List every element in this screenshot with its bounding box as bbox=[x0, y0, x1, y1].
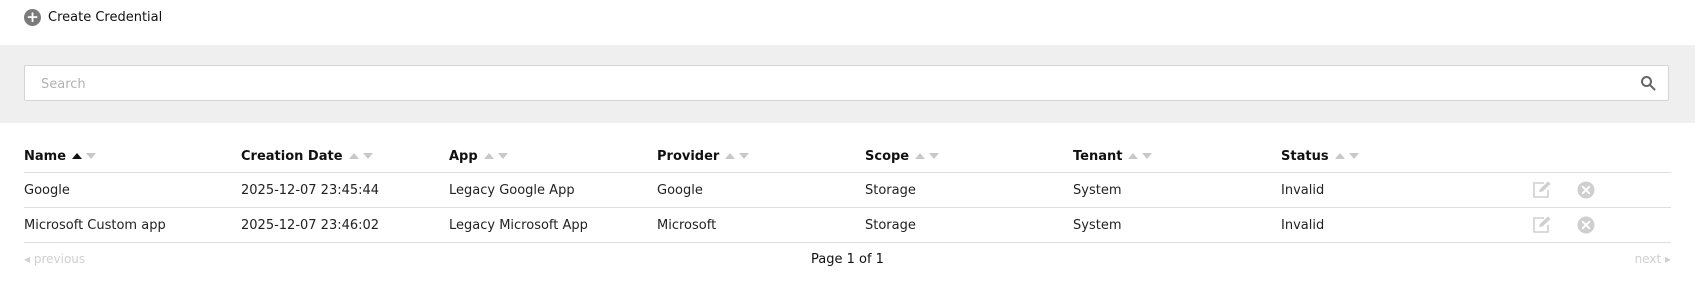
pagination: ◂ previous Page 1 of 1 next ▸ bbox=[24, 250, 1671, 270]
table-row: Google 2025-12-07 23:45:44 Legacy Google… bbox=[24, 172, 1671, 208]
table-header-row: Name Creation Date App Provider Scope Te… bbox=[24, 140, 1671, 173]
sort-desc-icon[interactable] bbox=[1348, 153, 1359, 159]
cell-tenant: System bbox=[1073, 172, 1281, 208]
page-indicator: Page 1 of 1 bbox=[811, 252, 884, 267]
column-label: Status bbox=[1281, 148, 1329, 164]
sort-desc-icon[interactable] bbox=[929, 153, 940, 159]
sort-asc-icon[interactable] bbox=[725, 153, 736, 159]
search-input[interactable] bbox=[39, 66, 1623, 102]
column-header-creation-date[interactable]: Creation Date bbox=[241, 140, 449, 173]
sort-asc-icon[interactable] bbox=[348, 153, 359, 159]
cell-actions bbox=[1531, 172, 1671, 208]
cell-actions bbox=[1531, 207, 1671, 243]
top-toolbar: + Create Credential bbox=[0, 0, 1695, 45]
edit-icon[interactable] bbox=[1531, 215, 1553, 235]
sort-desc-icon[interactable] bbox=[86, 153, 97, 159]
cell-provider: Microsoft bbox=[657, 207, 865, 243]
plus-circle-icon: + bbox=[24, 8, 41, 26]
next-page-link[interactable]: next ▸ bbox=[1635, 252, 1671, 266]
caret-right-icon: ▸ bbox=[1661, 252, 1671, 266]
sort-control[interactable] bbox=[915, 149, 943, 164]
cell-creation-date: 2025-12-07 23:46:02 bbox=[241, 207, 449, 243]
cell-app: Legacy Google App bbox=[449, 172, 657, 208]
column-label: Name bbox=[24, 148, 67, 164]
search-band bbox=[0, 45, 1695, 123]
create-credential-label: Create Credential bbox=[48, 9, 163, 25]
sort-control[interactable] bbox=[1128, 149, 1156, 164]
search-box[interactable] bbox=[24, 65, 1669, 102]
sort-asc-icon[interactable] bbox=[483, 153, 494, 159]
delete-icon[interactable] bbox=[1577, 216, 1595, 234]
column-header-name[interactable]: Name bbox=[24, 140, 241, 173]
table-row: Microsoft Custom app 2025-12-07 23:46:02… bbox=[24, 207, 1671, 243]
cell-scope: Storage bbox=[865, 207, 1073, 243]
sort-asc-icon[interactable] bbox=[1334, 153, 1345, 159]
sort-control[interactable] bbox=[1334, 149, 1363, 164]
delete-icon[interactable] bbox=[1577, 181, 1595, 199]
column-label: Provider bbox=[657, 148, 720, 164]
column-header-tenant[interactable]: Tenant bbox=[1073, 140, 1281, 173]
sort-asc-icon[interactable] bbox=[72, 153, 83, 159]
sort-control[interactable] bbox=[483, 149, 512, 164]
cell-name: Google bbox=[24, 172, 241, 208]
cell-tenant: System bbox=[1073, 207, 1281, 243]
sort-desc-icon[interactable] bbox=[497, 153, 508, 159]
next-label: next bbox=[1634, 252, 1662, 266]
column-header-scope[interactable]: Scope bbox=[865, 140, 1073, 173]
create-credential-button[interactable]: + Create Credential bbox=[24, 7, 162, 27]
sort-desc-icon[interactable] bbox=[739, 153, 750, 159]
column-header-actions bbox=[1531, 140, 1671, 173]
cell-app: Legacy Microsoft App bbox=[449, 207, 657, 243]
column-label: App bbox=[449, 148, 478, 164]
column-header-app[interactable]: App bbox=[449, 140, 657, 173]
column-label: Tenant bbox=[1073, 148, 1123, 164]
cell-provider: Google bbox=[657, 172, 865, 208]
sort-control[interactable] bbox=[348, 149, 377, 164]
column-label: Creation Date bbox=[241, 148, 343, 164]
cell-status: Invalid bbox=[1281, 207, 1531, 243]
cell-name: Microsoft Custom app bbox=[24, 207, 241, 243]
cell-creation-date: 2025-12-07 23:45:44 bbox=[241, 172, 449, 208]
sort-desc-icon[interactable] bbox=[1142, 153, 1153, 159]
sort-control[interactable] bbox=[725, 149, 753, 164]
sort-desc-icon[interactable] bbox=[362, 153, 373, 159]
cell-scope: Storage bbox=[865, 172, 1073, 208]
search-icon[interactable] bbox=[1640, 75, 1656, 91]
column-label: Scope bbox=[865, 148, 910, 164]
credentials-table: Name Creation Date App Provider Scope Te… bbox=[24, 140, 1671, 243]
cell-status: Invalid bbox=[1281, 172, 1531, 208]
edit-icon[interactable] bbox=[1531, 180, 1553, 200]
sort-asc-icon[interactable] bbox=[915, 153, 926, 159]
sort-asc-icon[interactable] bbox=[1128, 153, 1139, 159]
column-header-status[interactable]: Status bbox=[1281, 140, 1531, 173]
column-header-provider[interactable]: Provider bbox=[657, 140, 865, 173]
sort-control[interactable] bbox=[72, 149, 100, 164]
